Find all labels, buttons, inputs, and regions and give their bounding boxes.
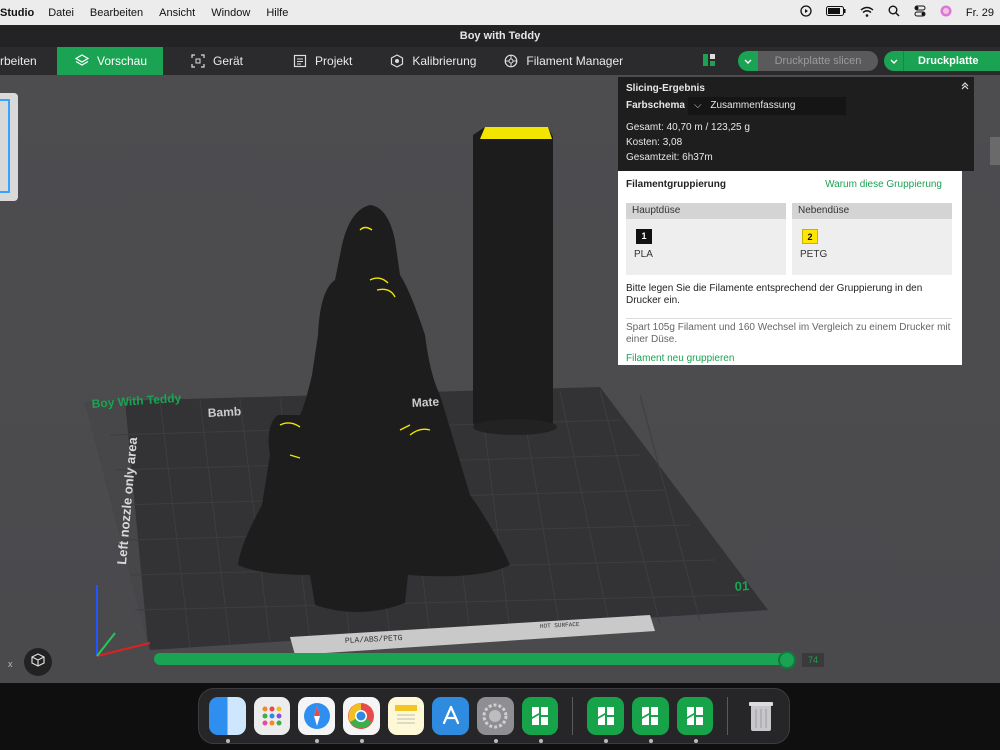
cube-icon [30,652,46,673]
menubar: Studio Datei Bearbeiten Ansicht Window H… [0,0,1000,25]
appstore-icon[interactable] [432,697,470,735]
aux-nozzle-label: Nebendüse [792,203,952,219]
device-icon [191,54,205,68]
slice-plate-button[interactable]: Druckplatte slicen [738,51,878,71]
settings-icon[interactable] [477,697,514,743]
prime-tower-top [480,127,552,139]
plate-brand: Bamb [207,404,241,420]
tab-device[interactable]: Gerät [177,47,257,75]
calibration-icon [390,54,404,68]
finder-icon[interactable] [209,697,246,743]
slicing-title: Slicing-Ergebnis [626,83,705,94]
grouping-title: Filamentgruppierung [626,179,726,190]
filament-swatch-2[interactable]: 2 [802,229,818,244]
launchpad-icon[interactable] [253,697,291,735]
tab-preview[interactable]: Vorschau [57,47,163,75]
dock-separator [727,697,729,735]
menubar-app-name[interactable]: Studio [0,7,34,19]
main-nozzle-card: Hauptdüse 1 PLA [626,203,786,275]
aux-nozzle-card: Nebendüse 2 PETG [792,203,952,275]
left-object-list-panel[interactable] [0,93,18,201]
plate-brand-right: Mate [411,395,439,410]
layers-icon [74,54,90,68]
play-icon[interactable] [800,5,812,20]
layer-value: 74 [802,653,824,667]
bambu-icon[interactable] [632,697,669,743]
bambu-icon[interactable] [587,697,625,743]
color-scheme-label: Farbschema [626,100,685,111]
search-icon[interactable] [888,5,900,20]
total-usage: Gesamt: 40,70 m / 123,25 g [626,122,750,133]
bambu-icon[interactable] [521,697,559,743]
filament-icon [504,54,518,68]
regroup-filament-link[interactable]: Filament neu gruppieren [626,353,734,364]
slicing-summary: Slicing-Ergebnis Farbschema ⌵ Zusammenfa… [618,77,974,171]
chevron-down-icon[interactable] [738,51,758,71]
grouping-instruction: Bitte legen Sie die Filamente entspreche… [626,283,923,306]
tab-calibration[interactable]: Kalibrierung [376,47,490,75]
control-center-icon[interactable] [914,5,926,20]
plate-number: 01 [734,578,749,594]
3d-viewport[interactable]: Boy With Teddy Bamb Mate Left nozzle onl… [0,75,1000,683]
divider [626,318,952,319]
plate-layout-icon[interactable] [702,53,716,70]
filament-grouping: Filamentgruppierung Warum diese Gruppier… [618,171,962,365]
view-cube-button[interactable] [24,648,52,676]
dock-separator [572,697,574,735]
battery-icon[interactable] [825,6,846,19]
menu-hilfe[interactable]: Hilfe [266,7,288,19]
layer-slider-handle[interactable] [778,651,796,669]
total-time: Gesamtzeit: 6h37m [626,152,713,163]
prime-tower [473,127,553,430]
menu-window[interactable]: Window [211,7,250,19]
tab-filament-manager[interactable]: Filament Manager [490,47,637,75]
right-side-handle[interactable] [990,137,1000,165]
color-scheme-select[interactable]: ⌵ Zusammenfassung [688,97,846,115]
main-nozzle-filament: PLA [634,249,653,260]
siri-icon[interactable] [940,5,952,20]
menu-ansicht[interactable]: Ansicht [159,7,195,19]
window-title: Boy with Teddy [0,25,1000,47]
notes-icon[interactable] [387,697,425,735]
cost: Kosten: 3,08 [626,137,683,148]
layer-slider-track[interactable] [154,653,790,665]
menu-datei[interactable]: Datei [48,7,74,19]
aux-nozzle-filament: PETG [800,249,828,260]
tab-prepare[interactable]: rbeiten [0,47,57,75]
filament-swatch-1[interactable]: 1 [636,229,652,244]
print-plate-button[interactable]: Druckplatte druck [884,51,1000,87]
why-grouping-link[interactable]: Warum diese Gruppierung [825,179,942,190]
chrome-icon[interactable] [343,697,380,743]
clock[interactable]: Fr. 29 [966,7,994,19]
trash-icon[interactable] [742,697,779,735]
tab-project[interactable]: Projekt [279,47,366,75]
chevron-down-icon[interactable] [884,51,904,71]
grouping-savings: Spart 105g Filament und 160 Wechsel im V… [626,322,951,345]
menu-bearbeiten[interactable]: Bearbeiten [90,7,143,19]
bambu-icon[interactable] [676,697,714,743]
document-icon [293,54,307,68]
slice-controls: Druckplatte slicen Druckplatte druck [702,51,1000,87]
axis-x-label: x [8,659,13,669]
slicing-result-panel: Slicing-Ergebnis Farbschema ⌵ Zusammenfa… [618,77,974,365]
main-toolbar: rbeiten Vorschau Gerät Projekt Kalibrier… [0,47,1000,87]
main-nozzle-label: Hauptdüse [626,203,786,219]
collapse-icon[interactable] [960,81,970,94]
dock [198,688,790,744]
wifi-icon[interactable] [860,6,874,20]
safari-icon[interactable] [298,697,336,743]
chevron-down-icon: ⌵ [694,100,702,111]
